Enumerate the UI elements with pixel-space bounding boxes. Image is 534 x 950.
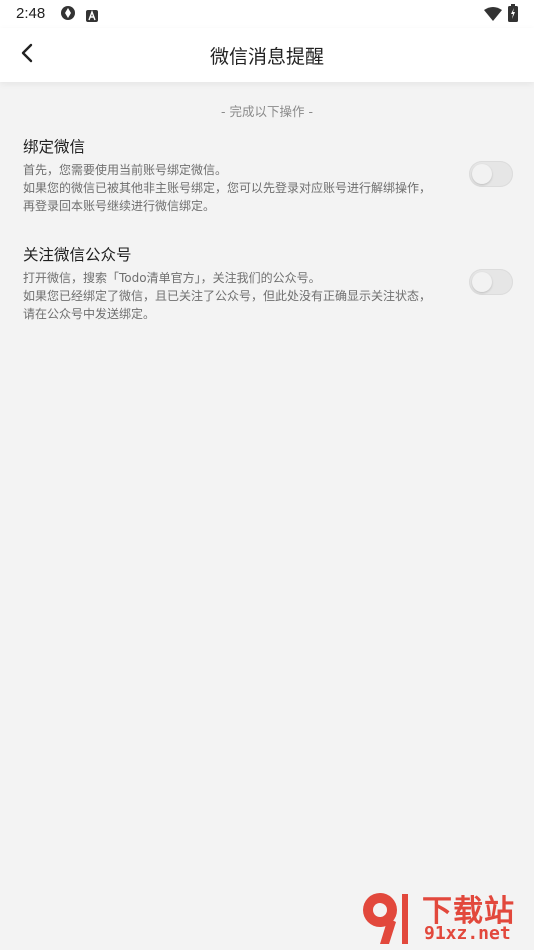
status-bar: 2:48 — [0, 0, 534, 28]
toggle-knob — [472, 272, 492, 292]
bind-wechat-toggle[interactable] — [469, 161, 513, 187]
watermark-url: 91xz.net — [424, 923, 511, 944]
follow-account-toggle[interactable] — [469, 269, 513, 295]
setting-desc-line: 如果您已经绑定了微信，且已关注了公众号，但此处没有正确显示关注状态，请在公众号中… — [23, 289, 432, 321]
watermark-logo-icon — [358, 888, 416, 946]
app-bar: 微信消息提醒 — [0, 28, 534, 82]
a-badge-icon — [86, 7, 98, 26]
setting-follow-official-account: 关注微信公众号 打开微信，搜索「Todo清单官方」，关注我们的公众号。 如果您已… — [23, 245, 513, 323]
setting-description: 首先，您需要使用当前账号绑定微信。 如果您的微信已被其他非主账号绑定，您可以先登… — [23, 161, 433, 215]
battery-charging-icon — [508, 4, 518, 26]
watermark: 下载站 91xz.net — [358, 886, 528, 948]
setting-title: 绑定微信 — [23, 138, 86, 156]
toggle-knob — [472, 164, 492, 184]
section-hint: - 完成以下操作 - — [221, 104, 313, 119]
setting-bind-wechat: 绑定微信 首先，您需要使用当前账号绑定微信。 如果您的微信已被其他非主账号绑定，… — [23, 137, 513, 215]
page-title: 微信消息提醒 — [209, 46, 324, 68]
wifi-icon — [484, 6, 502, 25]
setting-description: 打开微信，搜索「Todo清单官方」，关注我们的公众号。 如果您已经绑定了微信，且… — [23, 269, 433, 323]
setting-desc-line: 如果您的微信已被其他非主账号绑定，您可以先登录对应账号进行解绑操作，再登录回本账… — [23, 181, 432, 213]
setting-desc-line: 首先，您需要使用当前账号绑定微信。 — [23, 163, 228, 177]
setting-title: 关注微信公众号 — [23, 246, 132, 264]
setting-desc-line: 打开微信，搜索「Todo清单官方」，关注我们的公众号。 — [23, 271, 321, 285]
sync-icon — [60, 5, 76, 25]
status-time: 2:48 — [16, 5, 46, 22]
